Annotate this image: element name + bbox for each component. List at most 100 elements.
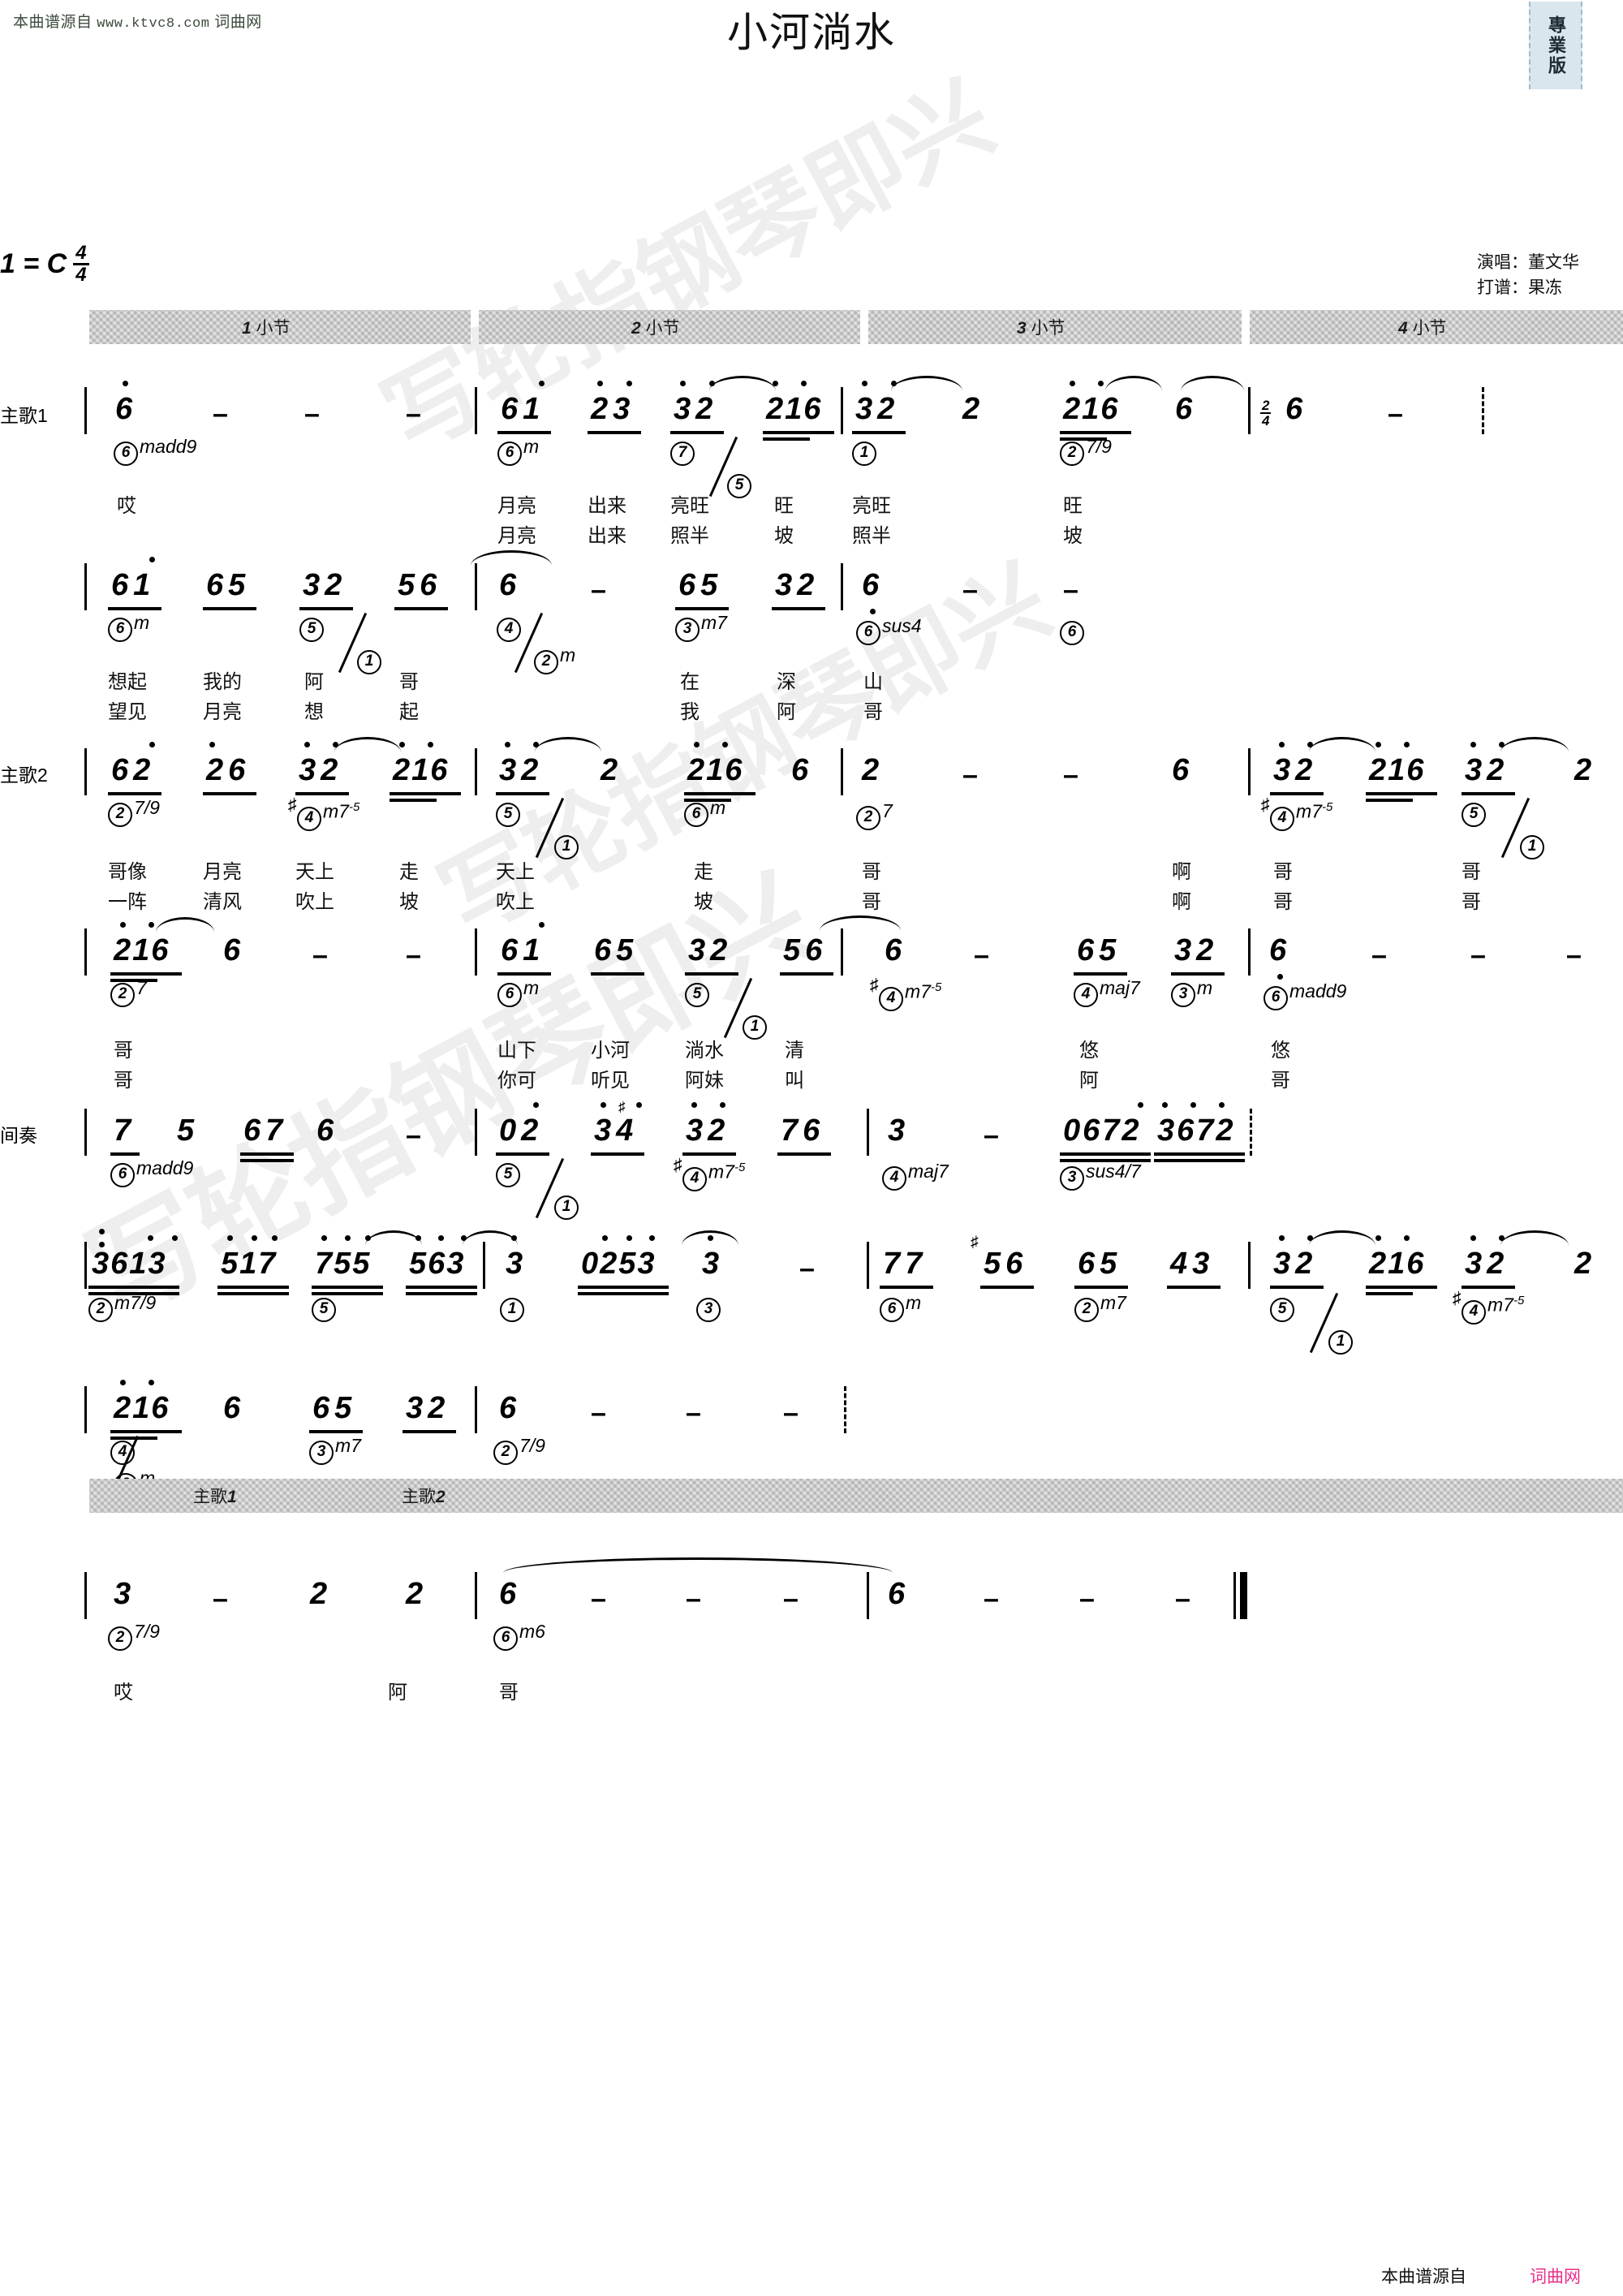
chord-symbol: 4 m7-5 bbox=[297, 800, 359, 831]
sharp-sign: ♯ bbox=[870, 976, 879, 994]
note: 216 bbox=[114, 933, 169, 967]
lyric: 清 bbox=[785, 1040, 804, 1062]
measure-marker-4: 4 小节 bbox=[1250, 310, 1623, 344]
octave-dot bbox=[539, 381, 545, 386]
note: 32 bbox=[1273, 1247, 1313, 1281]
chord-symbol: 4 bbox=[497, 612, 523, 642]
measure-marker-3: 3 小节 bbox=[868, 310, 1242, 344]
hold-dash: – bbox=[1063, 575, 1078, 605]
octave-dot bbox=[601, 1102, 606, 1108]
octave-dot bbox=[172, 1235, 178, 1241]
measure-marker-2: 2 小节 bbox=[479, 310, 860, 344]
beam bbox=[496, 792, 549, 795]
beam bbox=[685, 972, 738, 976]
credits: 演唱：董文华 打谱：果冻 bbox=[1477, 250, 1579, 300]
singer-line: 演唱：董文华 bbox=[1477, 253, 1579, 272]
hold-dash: – bbox=[213, 1583, 228, 1614]
section-label-verse1: 主歌1 bbox=[0, 405, 48, 426]
note: 755 bbox=[315, 1247, 370, 1281]
beam bbox=[240, 1159, 294, 1162]
page-title: 小河淌水 bbox=[727, 10, 896, 55]
octave-dot-low bbox=[870, 609, 876, 614]
dashed-barline bbox=[1250, 1109, 1252, 1156]
hold-dash: – bbox=[974, 940, 989, 971]
barline bbox=[1248, 928, 1251, 976]
lyric: 哥 bbox=[863, 701, 883, 723]
note: 3 bbox=[888, 1114, 906, 1148]
note: 32 bbox=[299, 753, 338, 787]
octave-dot bbox=[694, 742, 700, 747]
barline bbox=[841, 387, 843, 434]
lyric: 哥 bbox=[1273, 891, 1293, 913]
octave-dot bbox=[209, 742, 215, 747]
lyric: 听见 bbox=[591, 1070, 630, 1092]
lyric: 出来 bbox=[588, 525, 626, 547]
beam bbox=[670, 431, 724, 434]
beam bbox=[217, 1286, 289, 1289]
beam bbox=[763, 431, 834, 434]
chord-symbol: 4 m7-5 bbox=[1270, 800, 1332, 831]
tie bbox=[156, 917, 214, 933]
note: 6 bbox=[223, 933, 241, 967]
lyric: 山下 bbox=[497, 1040, 536, 1062]
lyric: 坡 bbox=[694, 891, 713, 913]
staff-line-2: 61 6m 想起 望见 65 我的 月亮 32 5 1 阿 想 56 哥 起 6… bbox=[0, 545, 1623, 723]
beam bbox=[1366, 1292, 1413, 1295]
lyric: 阿 bbox=[388, 1682, 407, 1704]
barline bbox=[84, 748, 87, 795]
hold-dash: – bbox=[686, 1398, 701, 1428]
beam bbox=[394, 607, 448, 610]
note: 3613 bbox=[92, 1247, 166, 1281]
hold-dash: – bbox=[406, 1120, 421, 1151]
lyric: 想起 bbox=[108, 671, 147, 693]
chord-symbol: 1 bbox=[554, 1190, 580, 1220]
octave-dot bbox=[149, 1380, 154, 1385]
note: 6 bbox=[791, 753, 809, 787]
chord-symbol: 4 m7-5 bbox=[1462, 1294, 1524, 1325]
note: 0253 bbox=[581, 1247, 655, 1281]
chord-symbol: 5 bbox=[685, 977, 711, 1007]
octave-dot bbox=[1375, 742, 1381, 747]
chord-symbol: 2 7/9 bbox=[108, 1621, 160, 1651]
beam bbox=[1167, 1286, 1220, 1289]
note: 216 bbox=[687, 753, 743, 787]
staff-line-8: 3 2 7/9 哎 – 2 阿 2 6 6 m6 哥 – – – 6 – – – bbox=[0, 1554, 1623, 1733]
note: 3672 bbox=[1157, 1114, 1233, 1148]
tie bbox=[682, 1230, 738, 1246]
octave-dot bbox=[533, 1102, 539, 1108]
chord-symbol: 2 7/9 bbox=[493, 1435, 545, 1465]
barline bbox=[475, 928, 477, 976]
note: 65 bbox=[678, 568, 718, 602]
tie bbox=[463, 1230, 518, 1246]
octave-dot bbox=[720, 1102, 725, 1108]
barline bbox=[1248, 748, 1251, 795]
hold-dash: – bbox=[984, 1583, 999, 1614]
lyric: 哥 bbox=[1462, 891, 1481, 913]
octave-dot bbox=[415, 1235, 421, 1241]
beam bbox=[406, 1286, 477, 1289]
octave-dot bbox=[1470, 742, 1476, 747]
beam bbox=[1060, 431, 1131, 434]
chord-symbol: 5 bbox=[496, 1157, 522, 1187]
lyric: 月亮 bbox=[203, 861, 242, 883]
chord-symbol: 5 bbox=[312, 1292, 338, 1322]
octave-dot bbox=[120, 1380, 126, 1385]
chord-symbol: 6 madd9 bbox=[114, 436, 196, 466]
tie bbox=[365, 1230, 422, 1246]
note: 216 bbox=[766, 392, 821, 426]
sharp-sign: ♯ bbox=[1261, 795, 1270, 814]
barline bbox=[84, 928, 87, 976]
note: 65 bbox=[1077, 933, 1117, 967]
chord-symbol: 5 bbox=[496, 797, 522, 827]
lyric: 哥 bbox=[499, 1682, 519, 1704]
chord-symbol: 3 m7 bbox=[675, 612, 727, 642]
sharp-sign: ♯ bbox=[674, 1156, 682, 1174]
lyric: 走 bbox=[399, 861, 419, 883]
octave-dot bbox=[511, 1235, 517, 1241]
lyric: 深 bbox=[777, 671, 796, 693]
tie bbox=[334, 737, 401, 752]
octave-dot bbox=[1070, 381, 1075, 386]
note: 32 bbox=[855, 392, 895, 426]
octave-dot bbox=[539, 922, 545, 928]
note: 02 bbox=[499, 1114, 539, 1148]
